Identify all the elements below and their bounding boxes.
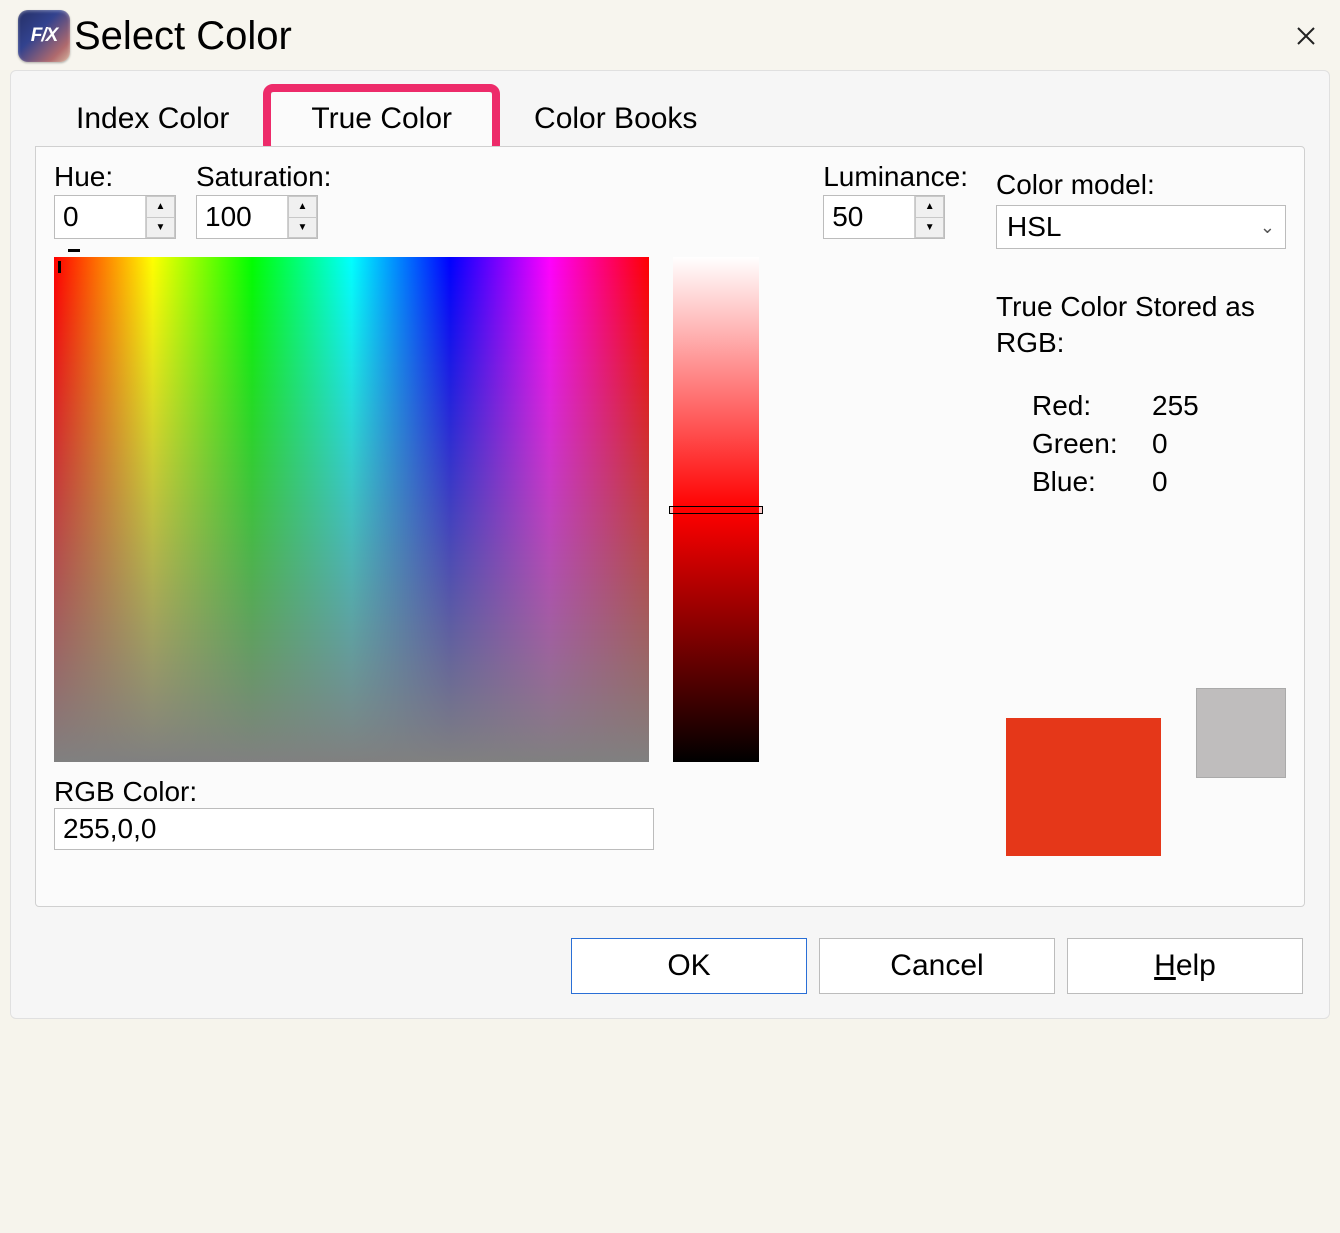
rgb-color-input[interactable]: [54, 808, 654, 850]
window-title: Select Color: [74, 14, 292, 59]
luminance-label: Luminance:: [823, 161, 968, 193]
tab-color-books[interactable]: Color Books: [493, 91, 738, 147]
previous-color-swatch: [1196, 688, 1286, 778]
saturation-input[interactable]: [197, 196, 287, 238]
hsl-inputs: Hue: ▲ ▼ Saturation: ▲: [54, 161, 968, 239]
tab-index-color[interactable]: Index Color: [35, 91, 270, 147]
dialog-body: Index Color True Color Color Books Hue: …: [10, 70, 1330, 1019]
titlebar: F/X Select Color: [0, 0, 1340, 70]
dialog-buttons: OK Cancel Help: [11, 928, 1329, 1018]
luminance-up-button[interactable]: ▲: [915, 196, 944, 217]
tab-bar: Index Color True Color Color Books: [11, 71, 1329, 147]
hue-input[interactable]: [55, 196, 145, 238]
rgb-color-label: RGB Color:: [54, 776, 968, 808]
current-color-swatch: [1006, 718, 1161, 856]
help-rest: elp: [1176, 949, 1216, 983]
help-button[interactable]: Help: [1067, 938, 1303, 994]
hue-up-button[interactable]: ▲: [146, 196, 175, 217]
saturation-label: Saturation:: [196, 161, 331, 193]
left-column: Hue: ▲ ▼ Saturation: ▲: [54, 161, 968, 888]
stored-green-label: Green:: [1032, 428, 1132, 460]
saturation-up-button[interactable]: ▲: [288, 196, 317, 217]
close-icon: [1294, 24, 1318, 48]
stored-red-label: Red:: [1032, 390, 1132, 422]
tab-true-color[interactable]: True Color: [270, 91, 493, 147]
hue-saturation-cursor: [64, 255, 82, 269]
hue-down-button[interactable]: ▼: [146, 217, 175, 239]
ok-button[interactable]: OK: [571, 938, 807, 994]
color-model-select[interactable]: HSL ⌄: [996, 205, 1286, 249]
cancel-button[interactable]: Cancel: [819, 938, 1055, 994]
stored-rgb-table: Red: 255 Green: 0 Blue: 0: [996, 390, 1286, 498]
color-model-value: HSL: [1007, 211, 1061, 243]
stored-green-row: Green: 0: [1032, 428, 1286, 460]
luminance-spinner[interactable]: ▲ ▼: [823, 195, 945, 239]
color-pickers: [54, 257, 968, 762]
app-icon: F/X: [18, 10, 70, 62]
saturation-field: Saturation: ▲ ▼: [196, 161, 331, 239]
stored-red-row: Red: 255: [1032, 390, 1286, 422]
color-model-label: Color model:: [996, 169, 1286, 201]
chevron-down-icon: ⌄: [1260, 217, 1275, 238]
stored-blue-label: Blue:: [1032, 466, 1132, 498]
hue-spinner[interactable]: ▲ ▼: [54, 195, 176, 239]
luminance-field: Luminance: ▲ ▼: [823, 161, 968, 239]
stored-rgb-label: True Color Stored as RGB:: [996, 289, 1286, 362]
right-column: Color model: HSL ⌄ True Color Stored as …: [996, 161, 1286, 888]
saturation-spinner[interactable]: ▲ ▼: [196, 195, 318, 239]
stored-red-value: 255: [1152, 390, 1199, 422]
luminance-cursor: [669, 506, 763, 514]
tab-content-true-color: Hue: ▲ ▼ Saturation: ▲: [35, 146, 1305, 907]
luminance-down-button[interactable]: ▼: [915, 217, 944, 239]
hue-field: Hue: ▲ ▼: [54, 161, 176, 239]
stored-blue-row: Blue: 0: [1032, 466, 1286, 498]
saturation-down-button[interactable]: ▼: [288, 217, 317, 239]
stored-green-value: 0: [1152, 428, 1168, 460]
close-button[interactable]: [1290, 20, 1322, 52]
help-underline: H: [1154, 949, 1176, 983]
luminance-slider[interactable]: [673, 257, 759, 762]
stored-blue-value: 0: [1152, 466, 1168, 498]
tab-true-color-label: True Color: [311, 102, 452, 135]
hue-label: Hue:: [54, 161, 176, 193]
swatch-area: [996, 688, 1286, 888]
hue-saturation-canvas[interactable]: [54, 257, 649, 762]
luminance-input[interactable]: [824, 196, 914, 238]
